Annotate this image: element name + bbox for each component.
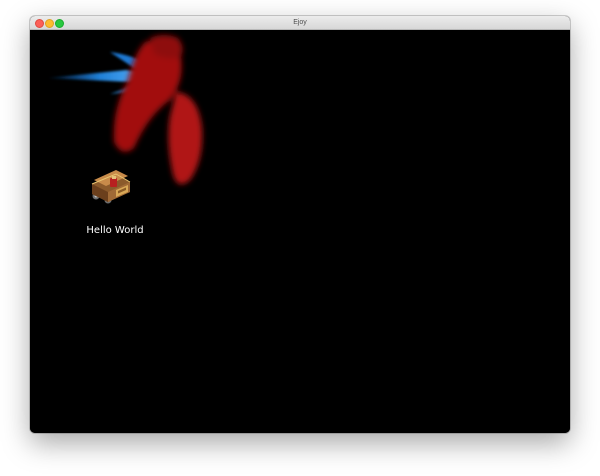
game-canvas[interactable]: Hello World: [30, 30, 570, 433]
icon-label: Hello World: [86, 225, 144, 236]
window-title: Ejoy: [293, 19, 307, 26]
app-window: Ejoy Hello World: [30, 16, 570, 433]
treasure-cart-graphic: [91, 170, 131, 204]
title-bar[interactable]: Ejoy: [30, 16, 570, 30]
treasure-cart-icon[interactable]: [86, 158, 136, 208]
